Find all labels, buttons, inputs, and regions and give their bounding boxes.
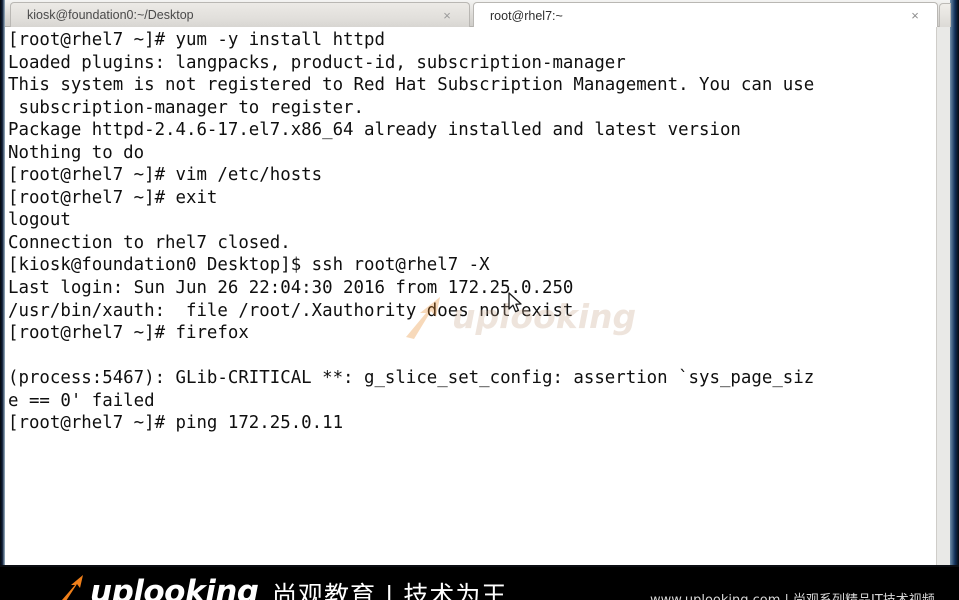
terminal-scrollbar[interactable] <box>936 27 950 565</box>
uplooking-banner: uplooking 尚观教育 | 技术为王 www.uplooking.com … <box>0 565 959 600</box>
screen: kiosk@foundation0:~/Desktop × root@rhel7… <box>0 0 959 600</box>
banner-top-divider <box>0 565 959 567</box>
tab-kiosk-foundation0[interactable]: kiosk@foundation0:~/Desktop × <box>10 2 470 27</box>
tab-overflow-sliver[interactable] <box>939 3 951 27</box>
terminal-output-area[interactable]: [root@rhel7 ~]# yum -y install httpd Loa… <box>5 27 940 565</box>
tab-label: kiosk@foundation0:~/Desktop <box>27 8 194 22</box>
banner-website-text: www.uplooking.com | 尚观系列精品IT技术视频 <box>650 589 935 600</box>
tab-bar: kiosk@foundation0:~/Desktop × root@rhel7… <box>5 0 951 28</box>
terminal-window: kiosk@foundation0:~/Desktop × root@rhel7… <box>0 0 959 565</box>
window-frame-right-edge <box>950 0 959 565</box>
tab-root-rhel7[interactable]: root@rhel7:~ × <box>473 2 938 28</box>
close-icon[interactable]: × <box>907 9 923 22</box>
terminal-text: [root@rhel7 ~]# yum -y install httpd Loa… <box>8 30 815 434</box>
banner-logo-text: uplooking <box>90 574 259 600</box>
close-icon[interactable]: × <box>439 9 455 22</box>
uplooking-logo-icon <box>62 575 83 600</box>
tab-label: root@rhel7:~ <box>490 8 563 23</box>
banner-chinese-title: 尚观教育 | 技术为王 <box>272 581 508 600</box>
